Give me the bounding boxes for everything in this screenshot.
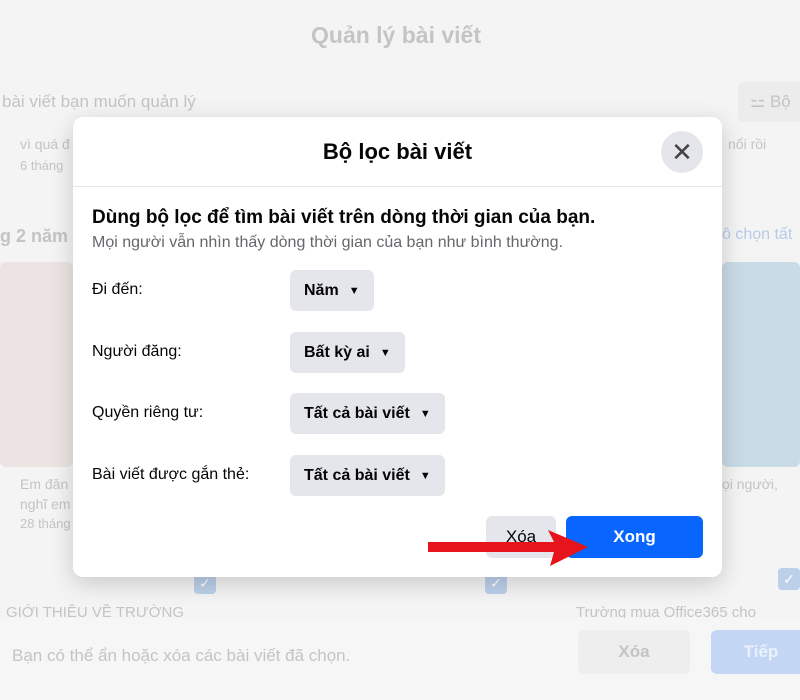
year-dropdown[interactable]: Năm ▼	[290, 270, 374, 311]
posted-by-dropdown[interactable]: Bất kỳ ai ▼	[290, 332, 405, 373]
post-filter-dialog: Bộ lọc bài viết ✕ Dùng bộ lọc để tìm bài…	[73, 117, 722, 577]
dialog-header: Bộ lọc bài viết ✕	[73, 117, 722, 187]
filter-label: Bài viết được gắn thẻ:	[92, 466, 250, 483]
caret-down-icon: ▼	[379, 347, 391, 359]
post-text: nổi rồi	[728, 136, 767, 152]
bottom-hint: Bạn có thể ẩn hoặc xóa các bài viết đã c…	[12, 646, 351, 665]
dialog-title: Bộ lọc bài viết	[322, 139, 473, 164]
close-button[interactable]: ✕	[661, 131, 703, 173]
search-hint: bài viết bạn muốn quản lý	[2, 92, 196, 111]
page-title: Quản lý bài viết	[311, 22, 481, 48]
post-time: 6 tháng	[20, 158, 64, 173]
dialog-subheading: Mọi người vẫn nhìn thấy dòng thời gian c…	[92, 234, 564, 251]
next-button[interactable]: Tiếp	[711, 630, 800, 674]
filter-icon: ⚍	[750, 92, 770, 111]
caret-down-icon: ▼	[419, 470, 431, 482]
dropdown-value: Tất cả bài viết	[304, 405, 410, 422]
filter-label: Quyền riêng tư:	[92, 404, 204, 421]
caret-down-icon: ▼	[348, 285, 360, 297]
checkbox-checked-icon[interactable]: ✓	[778, 568, 800, 590]
dropdown-value: Tất cả bài viết	[304, 467, 410, 484]
dialog-heading: Dùng bộ lọc để tìm bài viết trên dòng th…	[92, 207, 596, 228]
filter-button[interactable]: ⚍ Bộ	[738, 82, 800, 122]
bottom-bar: Bạn có thể ẩn hoặc xóa các bài viết đã c…	[0, 618, 800, 700]
tagged-posts-dropdown[interactable]: Tất cả bài viết ▼	[290, 455, 445, 496]
filter-button-label: Bộ	[769, 92, 791, 111]
caret-down-icon: ▼	[419, 408, 431, 420]
annotation-arrow-icon	[428, 530, 588, 566]
section-label: g 2 năm	[0, 226, 69, 246]
dropdown-value: Năm	[304, 282, 339, 299]
post-text: ọi người,	[722, 476, 778, 492]
post-image	[0, 262, 73, 467]
filter-label: Đi đến:	[92, 281, 143, 298]
select-all-link[interactable]: ô chọn tất	[722, 226, 792, 244]
filter-label: Người đăng:	[92, 343, 182, 360]
post-text: Em đăn	[20, 476, 69, 492]
post-text: vì quá đ	[20, 136, 70, 152]
privacy-dropdown[interactable]: Tất cả bài viết ▼	[290, 393, 445, 434]
dropdown-value: Bất kỳ ai	[304, 344, 370, 361]
post-time: 28 tháng	[20, 516, 71, 531]
post-text: nghĩ em	[20, 496, 71, 512]
close-icon: ✕	[671, 137, 693, 167]
post-image	[722, 262, 800, 467]
delete-button[interactable]: Xóa	[578, 630, 690, 674]
